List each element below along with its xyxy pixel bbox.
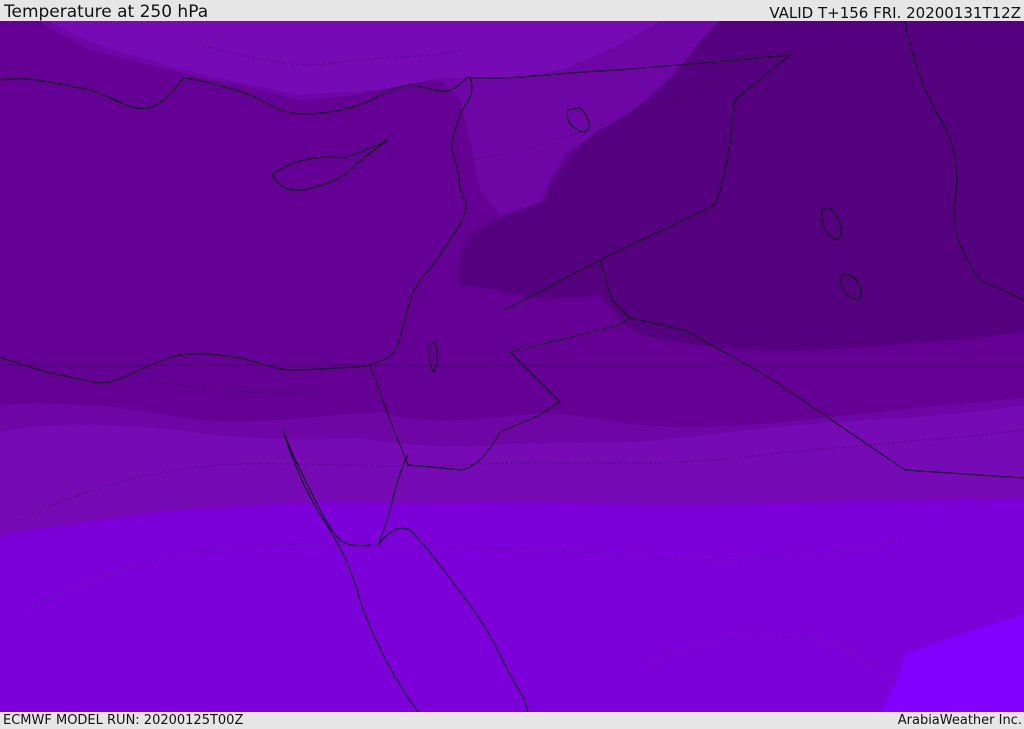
footer-bar: ECMWF MODEL RUN: 20200125T00Z ArabiaWeat… [0, 712, 1024, 729]
map-title: Temperature at 250 hPa [4, 2, 209, 22]
valid-time: VALID T+156 FRI. 20200131T12Z [769, 4, 1021, 22]
header-bar: Temperature at 250 hPa VALID T+156 FRI. … [0, 0, 1024, 21]
temperature-band-south-3 [0, 498, 1024, 712]
model-run: ECMWF MODEL RUN: 20200125T00Z [3, 713, 244, 728]
temperature-map[interactable] [0, 21, 1024, 712]
credit-label: ArabiaWeather Inc. [897, 713, 1022, 728]
